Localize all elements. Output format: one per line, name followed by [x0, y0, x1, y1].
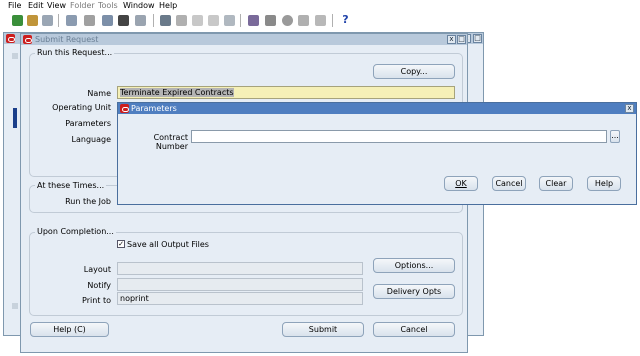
- print-to-label: Print to: [82, 296, 111, 305]
- cut-icon[interactable]: [102, 15, 113, 26]
- delivery-opts-button[interactable]: Delivery Opts: [373, 284, 455, 299]
- ok-button[interactable]: OK: [444, 176, 478, 191]
- toolbar-separator: [58, 14, 59, 27]
- new-icon[interactable]: [12, 15, 23, 26]
- contract-number-label: Contract Number: [153, 133, 188, 151]
- translate-icon[interactable]: [208, 15, 219, 26]
- parameters-dialog: Parameters x Contract Number ... OK Canc…: [117, 102, 637, 205]
- oracle-logo-icon: [23, 35, 32, 44]
- menu-window[interactable]: Window: [123, 1, 155, 10]
- ok-button-label: OK: [455, 179, 467, 188]
- maximize-icon[interactable]: □: [473, 34, 482, 43]
- params-cancel-button[interactable]: Cancel: [492, 176, 526, 191]
- close-form-icon[interactable]: [84, 15, 95, 26]
- notify-field[interactable]: [117, 278, 363, 291]
- edit-icon[interactable]: [248, 15, 259, 26]
- attach-icon[interactable]: [224, 15, 235, 26]
- parameters-label: Parameters: [65, 119, 111, 128]
- run-request-group-title: Run this Request...: [35, 48, 115, 57]
- layout-label: Layout: [83, 265, 111, 274]
- toolbar-separator: [332, 14, 333, 27]
- background-field: [12, 53, 18, 59]
- record-icon[interactable]: [282, 15, 293, 26]
- contract-number-field[interactable]: [191, 130, 607, 143]
- clear-icon[interactable]: [160, 15, 171, 26]
- oracle-logo-icon: [120, 104, 129, 113]
- folder-icon[interactable]: [265, 15, 276, 26]
- menu-folder[interactable]: Folder: [70, 1, 95, 10]
- menu-bar: File Edit View Folder Tools Window Help: [0, 0, 640, 12]
- notify-label: Notify: [87, 281, 111, 290]
- help-icon[interactable]: ?: [340, 14, 351, 26]
- open-icon[interactable]: [27, 15, 38, 26]
- maximize-icon[interactable]: □: [457, 35, 466, 44]
- name-value: Terminate Expired Contracts: [120, 88, 234, 97]
- name-label: Name: [87, 89, 111, 98]
- parameters-titlebar: Parameters x: [118, 103, 636, 114]
- oracle-logo-icon: [6, 34, 15, 43]
- clear-button[interactable]: Clear: [539, 176, 573, 191]
- copy-icon[interactable]: [118, 15, 129, 26]
- run-the-job-label: Run the Job: [65, 197, 111, 206]
- submit-button[interactable]: Submit: [282, 322, 364, 337]
- close-icon[interactable]: x: [625, 104, 634, 113]
- help-button[interactable]: Help (C): [30, 322, 109, 337]
- language-label: Language: [71, 135, 111, 144]
- background-field: [12, 303, 18, 309]
- save-output-checkbox[interactable]: ✓: [117, 240, 125, 248]
- edit-field-icon[interactable]: [176, 15, 187, 26]
- menu-file[interactable]: File: [8, 1, 21, 10]
- at-these-times-title: At these Times...: [35, 181, 107, 190]
- copy-button[interactable]: Copy...: [373, 64, 455, 79]
- zoom-icon[interactable]: [192, 15, 203, 26]
- print-to-value: noprint: [120, 294, 149, 303]
- record-indicator: [13, 108, 17, 128]
- toolbar-separator: [240, 14, 241, 27]
- window-title: Submit Request: [35, 35, 99, 44]
- cancel-button[interactable]: Cancel: [373, 322, 455, 337]
- toolbar-separator: [153, 14, 154, 27]
- name-field[interactable]: Terminate Expired Contracts: [117, 86, 455, 99]
- save-icon[interactable]: [42, 15, 53, 26]
- paste-icon[interactable]: [135, 15, 146, 26]
- menu-edit[interactable]: Edit: [28, 1, 44, 10]
- menu-help[interactable]: Help: [159, 1, 177, 10]
- print-to-field[interactable]: noprint: [117, 292, 363, 305]
- params-help-button[interactable]: Help: [587, 176, 621, 191]
- operating-unit-label: Operating Unit: [52, 103, 111, 112]
- toolbar: ?: [0, 13, 640, 29]
- link-icon[interactable]: [315, 15, 326, 26]
- submit-request-titlebar: Submit Request x □: [21, 34, 467, 45]
- parameters-title: Parameters: [131, 104, 177, 113]
- layout-field[interactable]: [117, 262, 363, 275]
- attachments-icon[interactable]: [298, 15, 309, 26]
- list-of-values-button[interactable]: ...: [610, 130, 620, 143]
- save-output-label: Save all Output Files: [127, 240, 209, 249]
- print-icon[interactable]: [66, 15, 77, 26]
- upon-completion-title: Upon Completion...: [35, 227, 116, 236]
- menu-tools[interactable]: Tools: [98, 1, 118, 10]
- options-button[interactable]: Options...: [373, 258, 455, 273]
- close-icon[interactable]: x: [447, 35, 456, 44]
- menu-view[interactable]: View: [47, 1, 66, 10]
